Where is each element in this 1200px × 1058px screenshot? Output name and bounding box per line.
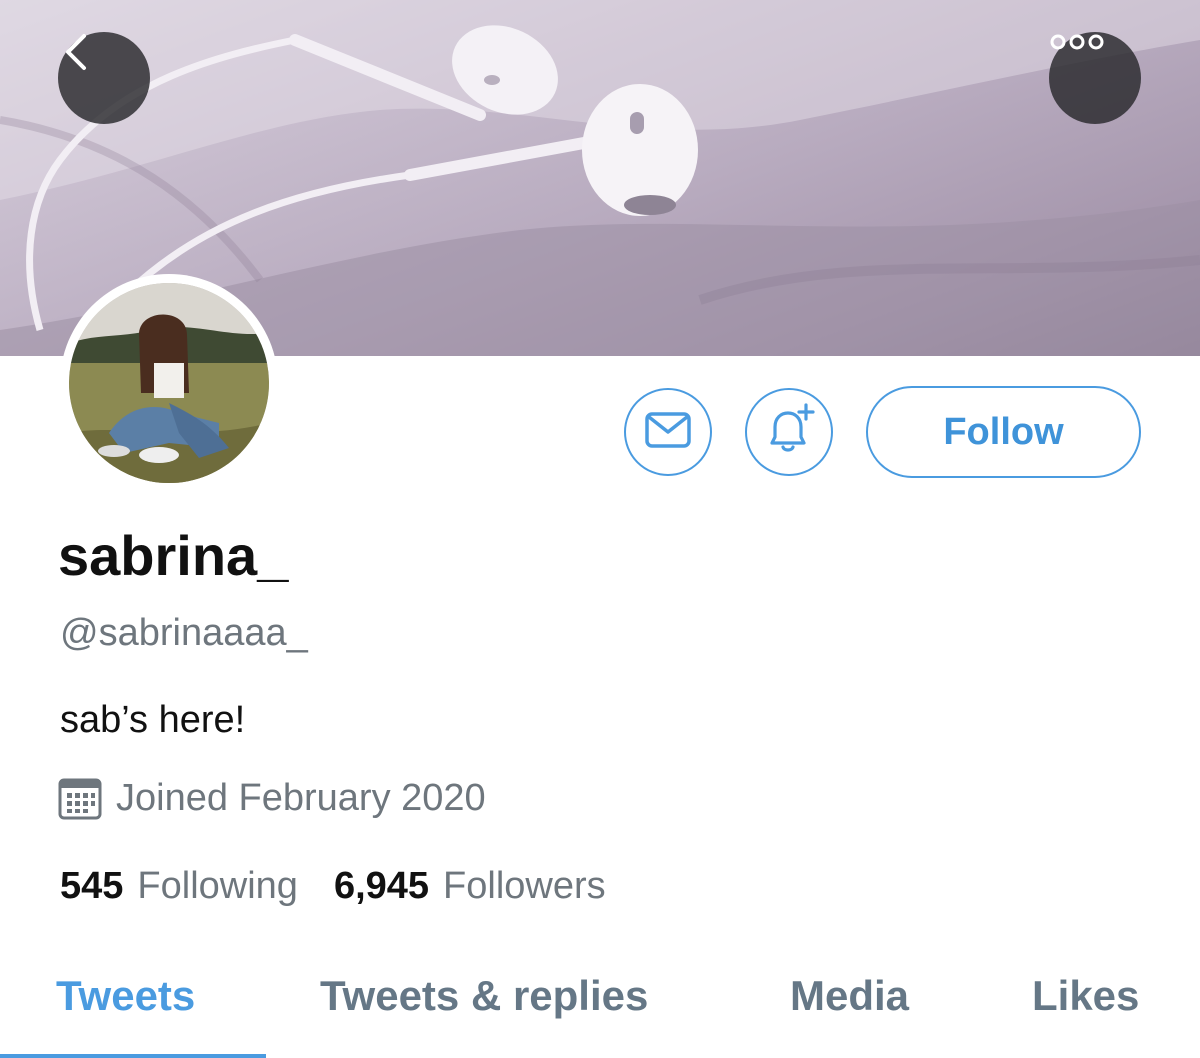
profile-tabs: Tweets Tweets & replies Media Likes xyxy=(0,960,1200,1058)
followers-link[interactable]: 6,945 Followers xyxy=(334,862,606,910)
notifications-button[interactable] xyxy=(745,388,833,476)
follow-stats: 545 Following 6,945 Followers xyxy=(60,862,606,910)
tab-tweets[interactable]: Tweets xyxy=(56,968,195,1024)
bell-plus-icon xyxy=(762,402,816,462)
joined-text: Joined February 2020 xyxy=(116,777,486,819)
follow-button[interactable]: Follow xyxy=(866,386,1141,478)
display-name: sabrina_ xyxy=(58,524,289,587)
following-link[interactable]: 545 Following xyxy=(60,862,298,910)
calendar-icon xyxy=(58,776,102,820)
joined-date: Joined February 2020 xyxy=(58,774,486,822)
avatar[interactable] xyxy=(60,274,278,492)
user-handle: @sabrinaaaa_ xyxy=(60,612,308,654)
followers-count: 6,945 xyxy=(333,865,430,907)
tab-likes[interactable]: Likes xyxy=(1032,968,1139,1024)
followers-label: Followers xyxy=(443,865,606,907)
following-label: Following xyxy=(137,865,298,907)
message-button[interactable] xyxy=(624,388,712,476)
more-options-button[interactable] xyxy=(1049,32,1141,124)
active-tab-indicator xyxy=(0,1054,266,1058)
bio: sab’s here! xyxy=(60,699,246,741)
tab-media[interactable]: Media xyxy=(790,968,909,1024)
mail-icon xyxy=(645,411,691,453)
tab-tweets-and-replies[interactable]: Tweets & replies xyxy=(320,968,648,1024)
following-count: 545 xyxy=(60,865,124,907)
back-button[interactable] xyxy=(58,32,150,124)
avatar-image xyxy=(69,283,269,483)
